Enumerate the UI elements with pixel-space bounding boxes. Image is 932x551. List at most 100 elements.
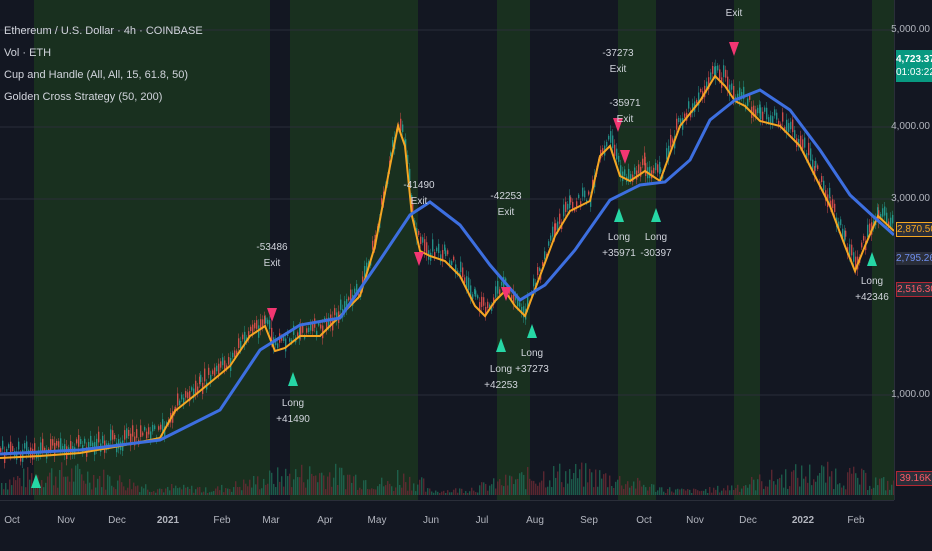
candle-body: [232, 352, 234, 358]
volume-bar: [577, 478, 579, 495]
volume-bar: [513, 483, 515, 495]
volume-bar: [477, 492, 479, 495]
volume-bar: [631, 485, 633, 495]
volume-bar: [257, 476, 259, 495]
candle-body: [610, 131, 612, 143]
time-label-sep: Sep: [580, 515, 598, 526]
candle-body: [559, 213, 561, 224]
volume-bar: [215, 488, 217, 495]
volume-bar: [713, 487, 715, 495]
volume-bar: [29, 479, 31, 495]
volume-bar: [263, 478, 265, 495]
candle-body: [50, 439, 52, 451]
volume-bar: [511, 476, 513, 495]
volume-bar: [709, 487, 711, 495]
candle-body: [570, 197, 572, 203]
volume-bar: [61, 462, 63, 495]
legend-indicator-golden-cross[interactable]: Golden Cross Strategy (50, 200): [4, 86, 203, 108]
volume-bar: [97, 478, 99, 495]
volume-bar: [605, 473, 607, 495]
volume-bar: [485, 483, 487, 495]
volume-bar: [233, 487, 235, 495]
volume-bar: [239, 486, 241, 495]
signal-long-6: Long +42346: [855, 276, 889, 303]
time-label-nov2: Nov: [686, 515, 704, 526]
candle-body: [731, 83, 733, 90]
volume-bar: [859, 484, 861, 495]
volume-bar: [399, 484, 401, 495]
candle-body: [688, 101, 690, 109]
candle-body: [224, 360, 226, 370]
signal-exit-5: -35971 Exit: [609, 98, 641, 125]
price-axis[interactable]: 5,000.00 4,000.00 3,000.00 1,000.00 4,72…: [891, 0, 932, 500]
volume-bar: [109, 476, 111, 495]
legend-indicator-cup-handle[interactable]: Cup and Handle (All, All, 15, 61.8, 50): [4, 64, 203, 86]
time-axis[interactable]: Oct Nov Dec 2021 Feb Mar Apr May Jun Jul…: [0, 500, 894, 551]
candle-body: [228, 357, 230, 365]
volume-bar: [161, 488, 163, 495]
volume-bar: [59, 469, 61, 495]
candle-body: [185, 391, 187, 398]
volume-bar: [291, 487, 293, 495]
signal-exit-2: -41490 Exit: [403, 180, 435, 207]
volume-bar: [307, 479, 309, 495]
candle-body: [810, 148, 812, 161]
candle-body: [271, 327, 273, 341]
candle-body: [657, 164, 659, 173]
volume-bar: [63, 476, 65, 495]
volume-bar: [51, 468, 53, 495]
candle-body: [628, 168, 630, 180]
candle-body: [42, 438, 44, 451]
candle-body: [424, 239, 426, 252]
volume-bar: [325, 489, 327, 495]
volume-value-tag: 39.16K: [896, 471, 932, 486]
plot-area[interactable]: Ethereum / U.S. Dollar · 4h · COINBASE V…: [0, 0, 894, 500]
candle-body: [128, 429, 130, 436]
volume-bar: [547, 486, 549, 495]
volume-bar: [649, 486, 651, 495]
candle-body: [265, 317, 267, 324]
volume-bar: [405, 482, 407, 495]
volume-bar: [553, 466, 555, 495]
volume-bar: [349, 474, 351, 495]
volume-bar: [357, 489, 359, 495]
volume-bar: [789, 486, 791, 495]
volume-bar: [249, 479, 251, 495]
candle-body: [660, 168, 662, 172]
volume-bar: [523, 474, 525, 495]
chart-window[interactable]: Ethereum / U.S. Dollar · 4h · COINBASE V…: [0, 0, 932, 551]
regime-zone-9: [734, 0, 760, 500]
volume-bar: [607, 487, 609, 495]
volume-bar: [87, 471, 89, 495]
volume-bar: [319, 473, 321, 495]
volume-bar: [147, 489, 149, 495]
volume-bar: [297, 477, 299, 495]
volume-bar: [219, 490, 221, 495]
legend-symbol[interactable]: Ethereum / U.S. Dollar · 4h · COINBASE: [4, 20, 203, 42]
volume-bar: [629, 487, 631, 495]
legend-volume[interactable]: Vol · ETH: [4, 42, 203, 64]
volume-bar: [197, 487, 199, 495]
volume-bar: [47, 476, 49, 495]
candle-body: [563, 204, 565, 217]
candle-body: [863, 235, 865, 241]
volume-bar: [729, 490, 731, 495]
volume-bar: [493, 478, 495, 495]
volume-bar: [757, 479, 759, 495]
volume-bar: [313, 476, 315, 495]
candle-body: [432, 239, 434, 252]
signal-exit-6: Exit: [725, 8, 743, 19]
volume-bar: [323, 475, 325, 495]
volume-bar: [209, 492, 211, 495]
volume-bar: [107, 474, 109, 495]
volume-bar: [65, 476, 67, 495]
volume-bar: [551, 487, 553, 495]
volume-bar: [533, 480, 535, 495]
volume-bar: [443, 490, 445, 495]
volume-bar: [237, 487, 239, 495]
candle-body: [475, 290, 477, 297]
candle-body: [402, 124, 404, 132]
candle-body: [815, 160, 817, 168]
candle-body: [191, 387, 193, 391]
time-label-dec2: Dec: [739, 515, 757, 526]
